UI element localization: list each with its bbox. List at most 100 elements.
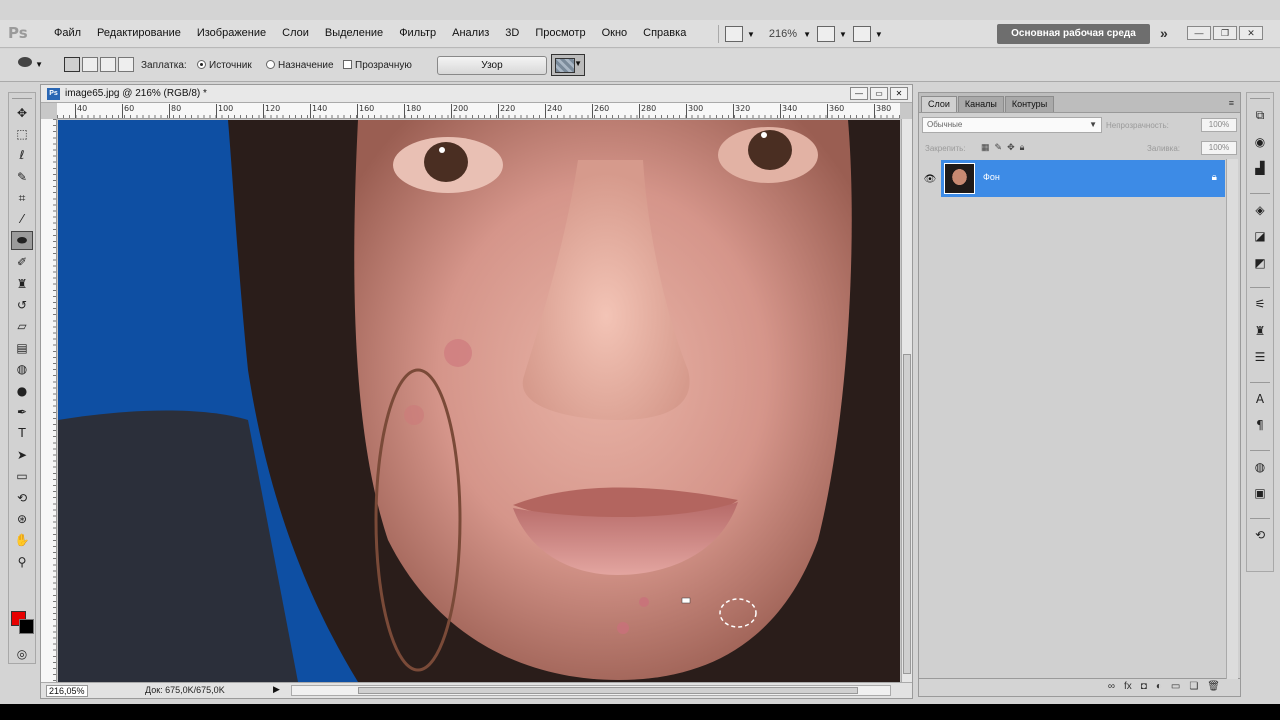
gradient-icon[interactable]: ▤ (11, 338, 33, 357)
panel-scrollbar[interactable] (1226, 159, 1238, 679)
brushes-icon[interactable]: ⚟ (1250, 295, 1270, 313)
menu-layers[interactable]: Слои (274, 27, 317, 39)
arrange-docs-icon[interactable] (816, 26, 835, 42)
marquee-icon[interactable]: ⬚ (11, 124, 33, 143)
dodge-icon[interactable]: ● (11, 381, 33, 400)
lasso-icon[interactable]: ℓ (11, 146, 33, 165)
destination-option[interactable]: Назначение (266, 60, 334, 71)
menu-file[interactable]: Файл (46, 27, 89, 39)
blend-mode-select[interactable]: Обычные ▼ (922, 117, 1102, 133)
restore-button[interactable]: ❐ (1213, 26, 1237, 40)
styles-icon[interactable]: ◈ (1250, 201, 1270, 219)
dock-grip[interactable] (1250, 93, 1270, 99)
adjustments-icon[interactable]: ◪ (1250, 227, 1270, 245)
character-icon[interactable]: A (1250, 390, 1270, 408)
tab-layers[interactable]: Слои (921, 96, 957, 112)
lock-pixels-icon[interactable]: ✎ (995, 142, 1003, 153)
blur-icon[interactable]: ◍ (11, 360, 33, 379)
chevron-down-icon[interactable]: ▼ (875, 30, 883, 39)
transparent-checkbox[interactable] (343, 60, 352, 69)
vertical-ruler[interactable] (41, 119, 57, 682)
menu-image[interactable]: Изображение (189, 27, 274, 39)
type-icon[interactable]: T (11, 424, 33, 443)
menu-edit[interactable]: Редактирование (89, 27, 189, 39)
crop-icon[interactable]: ⌗ (11, 189, 33, 208)
panel-menu-icon[interactable]: ≡ (1229, 98, 1234, 108)
screen-mode-icon[interactable] (852, 26, 871, 42)
source-radio[interactable] (197, 60, 206, 69)
tab-paths[interactable]: Контуры (1004, 96, 1055, 112)
new-layer-icon[interactable]: ❏ (1189, 681, 1198, 696)
histogram-icon[interactable]: ▟ (1250, 159, 1270, 177)
eye-icon[interactable]: 👁︎ (921, 174, 939, 185)
lock-all-icon[interactable]: 🔒︎ (1020, 142, 1025, 153)
fx-icon[interactable]: fx (1124, 681, 1132, 696)
tool-presets-icon[interactable]: ◍ (1250, 458, 1270, 476)
destination-radio[interactable] (266, 60, 275, 69)
image-canvas[interactable] (58, 120, 900, 682)
vertical-scrollbar[interactable] (901, 119, 912, 682)
quick-select-icon[interactable]: ✎ (11, 167, 33, 186)
status-menu-arrow-icon[interactable]: ▶ (273, 684, 280, 695)
horizontal-scrollbar[interactable] (291, 685, 891, 696)
lock-transparency-icon[interactable]: ▦ (981, 142, 990, 153)
fill-field[interactable]: 100% (1201, 141, 1237, 155)
chevron-down-icon[interactable]: ▼ (747, 30, 755, 39)
document-tab[interactable]: Ps image65.jpg @ 216% (RGB/8) * — ▭ ✕ (41, 85, 912, 103)
maximize-button[interactable]: ▭ (870, 87, 888, 100)
path-select-icon[interactable]: ➤ (11, 445, 33, 464)
adjustment-icon[interactable]: ◐ (1156, 681, 1162, 696)
patch-tool-icon[interactable]: ⬬ (11, 231, 33, 251)
rectangle-icon[interactable]: ▭ (11, 467, 33, 486)
menu-help[interactable]: Справка (635, 27, 694, 39)
menu-view[interactable]: Просмотр (527, 27, 593, 39)
use-pattern-button[interactable]: Узор (437, 56, 547, 75)
menu-window[interactable]: Окно (594, 27, 636, 39)
actions-icon[interactable]: ▣ (1250, 484, 1270, 502)
scroll-thumb[interactable] (358, 687, 858, 694)
eraser-icon[interactable]: ▱ (11, 317, 33, 336)
tab-channels[interactable]: Каналы (957, 96, 1004, 112)
layer-name[interactable]: Фон (983, 172, 1000, 182)
hand-icon[interactable]: ✋ (11, 531, 33, 550)
screen-view-icon[interactable] (725, 26, 743, 42)
3d-rotate-icon[interactable]: ⟲ (11, 488, 33, 507)
navigator-icon[interactable]: ⧉ (1250, 106, 1270, 124)
pen-icon[interactable]: ✒ (11, 402, 33, 421)
trash-icon[interactable]: 🗑︎ (1207, 681, 1220, 696)
toolbox-grip[interactable] (12, 93, 32, 99)
move-icon[interactable]: ✥ (11, 103, 33, 122)
quick-mask-icon[interactable]: ◎ (11, 644, 33, 663)
scroll-thumb[interactable] (903, 354, 911, 674)
horizontal-ruler[interactable]: 40 60 80 100 120 140 160 180 200 220 240… (57, 103, 900, 119)
paragraph-icon[interactable]: ¶ (1250, 416, 1270, 434)
3d-orbit-icon[interactable]: ⊛ (11, 509, 33, 528)
menu-3d[interactable]: 3D (497, 27, 527, 39)
menu-filter[interactable]: Фильтр (391, 27, 444, 39)
menu-analysis[interactable]: Анализ (444, 27, 497, 39)
minimize-button[interactable]: — (1187, 26, 1211, 40)
layer-row[interactable]: 👁︎ Фон 🔒︎ (921, 160, 1240, 198)
lock-position-icon[interactable]: ✥ (1007, 142, 1015, 153)
close-button[interactable]: ✕ (1239, 26, 1263, 40)
clone-source-icon[interactable]: ♜ (1250, 322, 1270, 340)
zoom-icon[interactable]: ⚲ (11, 552, 33, 571)
group-icon[interactable]: ▭ (1171, 681, 1180, 696)
zoom-level[interactable]: 216% (769, 28, 797, 40)
workspace-switcher[interactable]: Основная рабочая среда (997, 24, 1150, 44)
eyedropper-icon[interactable]: ⁄ (11, 210, 33, 229)
pattern-picker[interactable]: ▼ (551, 54, 585, 76)
layers-stack-icon[interactable]: ☰ (1250, 348, 1270, 366)
chevron-down-icon[interactable]: ▼ (839, 30, 847, 39)
intersect-selection-icon[interactable] (118, 57, 134, 72)
brush-icon[interactable]: ✐ (11, 253, 33, 272)
source-option[interactable]: Источник (197, 60, 252, 71)
color-wheel-icon[interactable]: ◉ (1250, 133, 1270, 151)
close-button[interactable]: ✕ (890, 87, 908, 100)
subtract-selection-icon[interactable] (100, 57, 116, 72)
transparent-option[interactable]: Прозрачную (343, 60, 412, 71)
double-chevron-icon[interactable]: » (1160, 25, 1168, 41)
menu-select[interactable]: Выделение (317, 27, 391, 39)
mask-icon[interactable]: ◘ (1141, 681, 1147, 696)
clone-stamp-icon[interactable]: ♜ (11, 274, 33, 293)
